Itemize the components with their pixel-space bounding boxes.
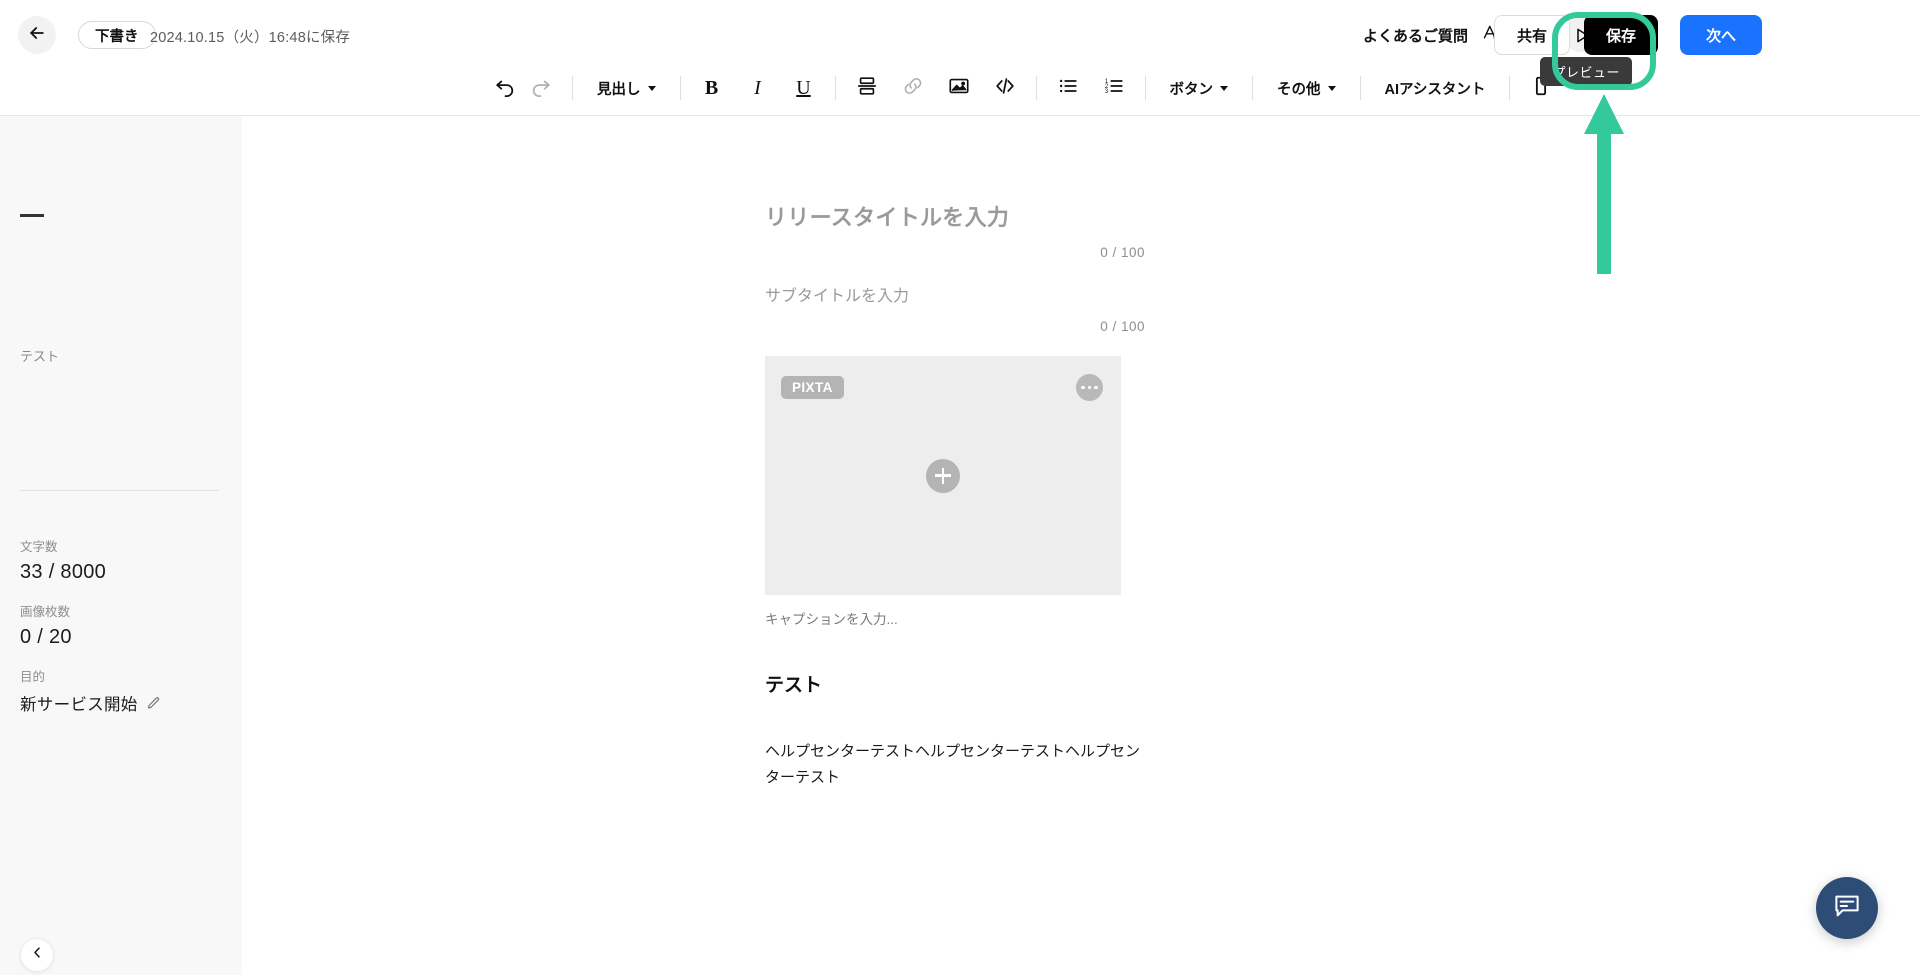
heading-dropdown-label: 見出し: [597, 78, 641, 99]
toolbar-divider: [1252, 76, 1253, 100]
subtitle-input[interactable]: サブタイトルを入力: [765, 282, 1145, 306]
draft-status-label: 下書き: [95, 25, 139, 46]
image-add-button[interactable]: [926, 459, 960, 493]
document-canvas: リリースタイトルを入力 0 / 100 サブタイトルを入力 0 / 100 PI…: [765, 116, 1145, 791]
link-icon: [902, 75, 924, 102]
sidebar-collapse-button[interactable]: [20, 938, 54, 972]
insert-divider-button[interactable]: [849, 70, 885, 106]
image-more-button[interactable]: [1076, 374, 1103, 401]
ai-assistant-button[interactable]: AIアシスタント: [1374, 70, 1497, 106]
toolbar-divider: [1036, 76, 1037, 100]
preview-tooltip: プレビュー: [1540, 57, 1632, 86]
draft-status-pill[interactable]: 下書き: [78, 21, 156, 49]
toolbar-divider: [572, 76, 573, 100]
back-button[interactable]: [18, 16, 56, 54]
faq-link[interactable]: よくあるご質問: [1363, 25, 1468, 46]
arrow-left-icon: [27, 23, 47, 48]
app-root: 下書き 2024.10.15（火）16:48に保存 よくあるご質問: [0, 0, 1920, 975]
pixta-badge[interactable]: PIXTA: [781, 376, 844, 399]
other-dropdown[interactable]: その他: [1266, 70, 1347, 106]
image-placeholder[interactable]: PIXTA: [765, 356, 1121, 595]
toolbar-divider: [1145, 76, 1146, 100]
next-button[interactable]: 次へ: [1680, 15, 1762, 55]
image-caption-input[interactable]: キャプションを入力...: [765, 608, 1145, 628]
bold-label: B: [705, 77, 718, 100]
more-horizontal-icon: [1080, 386, 1100, 390]
image-count-block: 画像枚数 0 / 20: [20, 601, 72, 649]
toolbar-divider: [1509, 76, 1510, 100]
chevron-down-icon: [648, 86, 656, 91]
bullet-list-button[interactable]: [1050, 70, 1086, 106]
subtitle-counter: 0 / 100: [765, 319, 1145, 334]
purpose-block: 目的 新サービス開始: [20, 666, 161, 715]
horizontal-divider-icon: [856, 75, 878, 102]
undo-icon: [494, 75, 516, 102]
chevron-down-icon: [1328, 86, 1336, 91]
underline-button[interactable]: U: [786, 70, 822, 106]
image-count-label: 画像枚数: [20, 601, 72, 620]
share-button[interactable]: 共有: [1494, 15, 1570, 55]
italic-button[interactable]: I: [740, 70, 776, 106]
heading-dropdown[interactable]: 見出し: [586, 70, 667, 106]
image-icon: [948, 75, 970, 102]
title-counter: 0 / 100: [765, 245, 1145, 260]
chat-bubble-icon: [1832, 891, 1862, 926]
purpose-row: 新サービス開始: [20, 691, 161, 715]
button-dropdown[interactable]: ボタン: [1159, 70, 1240, 106]
char-count-label: 文字数: [20, 536, 106, 555]
support-chat-button[interactable]: [1816, 877, 1878, 939]
outline-item-label[interactable]: テスト: [20, 346, 59, 365]
insert-code-button[interactable]: [987, 70, 1023, 106]
code-icon: [994, 75, 1016, 102]
body-heading[interactable]: テスト: [765, 670, 1145, 697]
purpose-value: 新サービス開始: [20, 691, 138, 715]
chevron-left-icon: [30, 945, 45, 965]
save-button[interactable]: 保存: [1584, 15, 1658, 55]
ai-assistant-label: AIアシスタント: [1385, 78, 1486, 99]
other-dropdown-label: その他: [1277, 78, 1321, 99]
underline-label: U: [796, 77, 810, 100]
body-paragraph[interactable]: ヘルプセンターテストヘルプセンターテストヘルプセンターテスト: [765, 739, 1145, 791]
release-title-input[interactable]: リリースタイトルを入力: [765, 200, 1145, 232]
link-button[interactable]: [895, 70, 931, 106]
chevron-down-icon: [1220, 86, 1228, 91]
saved-timestamp: 2024.10.15（火）16:48に保存: [150, 26, 350, 47]
redo-button[interactable]: [523, 70, 559, 106]
char-count-value: 33 / 8000: [20, 561, 106, 584]
outline-marker: [20, 214, 44, 217]
italic-label: I: [754, 77, 761, 100]
image-count-value: 0 / 20: [20, 626, 72, 649]
document-area: リリースタイトルを入力 0 / 100 サブタイトルを入力 0 / 100 PI…: [242, 116, 1920, 975]
toolbar-divider: [1360, 76, 1361, 100]
bold-button[interactable]: B: [694, 70, 730, 106]
redo-icon: [530, 75, 552, 102]
toolbar-divider: [680, 76, 681, 100]
purpose-label: 目的: [20, 666, 161, 685]
toolbar-divider: [835, 76, 836, 100]
svg-text:3: 3: [1104, 89, 1108, 95]
insert-image-button[interactable]: [941, 70, 977, 106]
sidebar-divider: [20, 490, 219, 491]
numbered-list-icon: 1 2 3: [1103, 75, 1125, 102]
undo-button[interactable]: [487, 70, 523, 106]
left-sidebar: テスト 文字数 33 / 8000 画像枚数 0 / 20 目的 新サービス開始: [0, 116, 242, 975]
pencil-edit-icon[interactable]: [146, 696, 161, 711]
button-dropdown-label: ボタン: [1170, 78, 1214, 99]
numbered-list-button[interactable]: 1 2 3: [1096, 70, 1132, 106]
char-count-block: 文字数 33 / 8000: [20, 536, 106, 584]
app-header: 下書き 2024.10.15（火）16:48に保存 よくあるご質問: [0, 0, 1920, 70]
bullet-list-icon: [1057, 75, 1079, 102]
